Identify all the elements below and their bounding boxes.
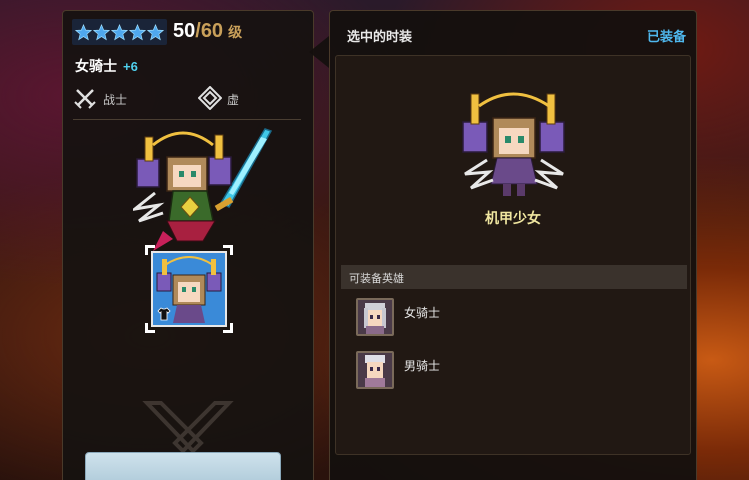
panel-pointer bbox=[309, 36, 329, 68]
hero-info-panel: 50/60 级 女骑士 +6 战士 虚 bbox=[62, 10, 314, 480]
star-icon bbox=[75, 23, 92, 40]
star-icon bbox=[129, 23, 146, 40]
hero-row-name: 男骑士 bbox=[404, 359, 441, 373]
hero-level: 50/60 级 bbox=[173, 20, 242, 43]
equippable-hero-row[interactable]: 男骑士 bbox=[356, 351, 676, 391]
hero-enhance-level: +6 bbox=[123, 59, 138, 74]
hero-name-text: 女骑士 bbox=[75, 58, 117, 74]
hero-element-label: 虚 bbox=[227, 93, 240, 107]
level-max: 60 bbox=[200, 20, 224, 42]
shirt-icon bbox=[157, 307, 171, 321]
equippable-hero-row[interactable]: 女骑士 bbox=[356, 298, 676, 338]
skin-thumbnail-image bbox=[151, 251, 227, 327]
action-button[interactable] bbox=[85, 452, 281, 480]
divider bbox=[73, 119, 301, 120]
star-icon bbox=[147, 23, 164, 40]
hero-portrait bbox=[356, 351, 394, 389]
male-knight-portrait bbox=[358, 353, 392, 387]
female-knight-portrait bbox=[358, 300, 392, 334]
crossed-swords-icon bbox=[74, 89, 96, 109]
hero-class-label: 战士 bbox=[103, 93, 128, 107]
hero-name: 女骑士 +6 bbox=[75, 56, 138, 76]
skin-name: 机甲少女 bbox=[485, 210, 541, 226]
equipped-status: 已装备 bbox=[646, 29, 686, 44]
skin-preview-sprite bbox=[462, 92, 565, 196]
level-unit: 级 bbox=[228, 24, 243, 40]
hero-row-name: 女骑士 bbox=[404, 306, 441, 320]
hero-sprite bbox=[133, 128, 273, 251]
selected-skin-thumbnail[interactable] bbox=[145, 245, 233, 333]
skin-detail-panel: 选中的时装 已装备 机甲少女 可装备英雄 女骑士 男骑士 bbox=[329, 10, 697, 480]
level-current: 50 bbox=[173, 20, 196, 42]
skin-content-area: 机甲少女 可装备英雄 女骑士 男骑士 bbox=[335, 55, 691, 455]
hero-portrait bbox=[356, 298, 394, 336]
star-rating bbox=[72, 19, 167, 45]
void-diamond-icon bbox=[198, 86, 222, 110]
star-icon bbox=[93, 23, 110, 40]
star-icon bbox=[111, 23, 128, 40]
equippable-heroes-header: 可装备英雄 bbox=[341, 265, 687, 289]
panel-title: 选中的时装 bbox=[347, 29, 413, 44]
